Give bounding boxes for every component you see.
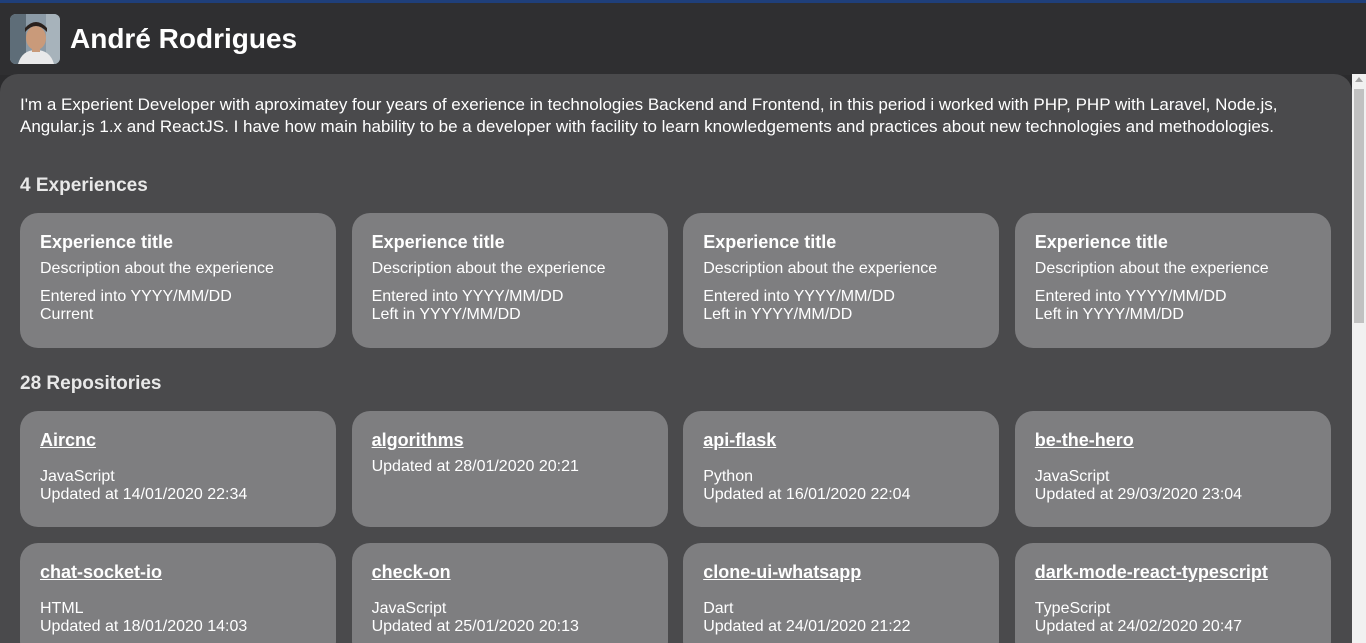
scroll-up-arrow-icon[interactable]	[1355, 77, 1363, 82]
experience-card: Experience title Description about the e…	[20, 213, 336, 348]
repository-link[interactable]: chat-socket-io	[40, 561, 162, 583]
repository-updated: Updated at 28/01/2020 20:21	[371, 458, 579, 475]
repository-language: JavaScript	[40, 468, 115, 485]
experience-title: Experience title	[371, 232, 505, 252]
repository-language: TypeScript	[1034, 600, 1111, 617]
repository-language: HTML	[40, 600, 84, 617]
repositories-heading: 28 Repositories	[20, 373, 162, 394]
repository-updated: Updated at 16/01/2020 22:04	[703, 486, 911, 503]
repository-link[interactable]: Aircnc	[40, 429, 96, 451]
repository-updated: Updated at 14/01/2020 22:34	[40, 486, 248, 503]
repository-card: api-flask Python Updated at 16/01/2020 2…	[683, 411, 1000, 527]
experience-left-date: Left in YYYY/MM/DD	[703, 306, 853, 323]
experience-description: Description about the experience	[703, 260, 938, 277]
experience-entered-date: Entered into YYYY/MM/DD	[40, 288, 232, 305]
repository-link[interactable]: check-on	[372, 561, 451, 583]
repository-card: check-on JavaScript Updated at 25/01/202…	[351, 543, 668, 643]
profile-name: André Rodrigues	[70, 23, 298, 54]
experience-entered-date: Entered into YYYY/MM/DD	[703, 288, 895, 305]
experience-entered-date: Entered into YYYY/MM/DD	[1034, 288, 1227, 305]
repositories-grid: Aircnc JavaScript Updated at 14/01/2020 …	[20, 411, 1331, 643]
repository-card: be-the-hero JavaScript Updated at 29/03/…	[1014, 411, 1331, 527]
repository-updated: Updated at 25/01/2020 20:13	[371, 618, 579, 635]
repository-updated: Updated at 18/01/2020 14:03	[40, 618, 248, 635]
experience-card: Experience title Description about the e…	[683, 213, 1000, 348]
experience-description: Description about the experience	[371, 260, 606, 277]
experience-description: Description about the experience	[1034, 260, 1269, 277]
experiences-heading: 4 Experiences	[20, 175, 148, 196]
repository-card: dark-mode-react-typescript TypeScript Up…	[1014, 543, 1331, 643]
user-photo-icon	[10, 14, 60, 64]
experience-title: Experience title	[1034, 232, 1168, 252]
experiences-grid: Experience title Description about the e…	[20, 213, 1331, 348]
experience-description: Description about the experience	[40, 260, 274, 277]
repository-language: JavaScript	[371, 600, 447, 617]
experience-entered-date: Entered into YYYY/MM/DD	[371, 288, 564, 305]
repository-updated: Updated at 29/03/2020 23:04	[1034, 486, 1243, 503]
repository-card: clone-ui-whatsapp Dart Updated at 24/01/…	[683, 543, 1000, 643]
repository-card: algorithms Updated at 28/01/2020 20:21	[351, 411, 668, 527]
repository-language: Dart	[703, 600, 734, 617]
experience-left-date: Left in YYYY/MM/DD	[1034, 306, 1184, 323]
scrollbar-thumb[interactable]	[1354, 89, 1364, 323]
profile-bio: I'm a Experient Developer with aproximat…	[20, 95, 1278, 136]
experience-title: Experience title	[703, 232, 837, 252]
experience-card: Experience title Description about the e…	[351, 213, 668, 348]
repository-link[interactable]: be-the-hero	[1035, 429, 1134, 451]
repository-link[interactable]: dark-mode-react-typescript	[1035, 561, 1268, 583]
experience-left-date: Current	[40, 306, 94, 323]
repository-link[interactable]: clone-ui-whatsapp	[703, 561, 861, 583]
repository-language: JavaScript	[1034, 468, 1110, 485]
repository-link[interactable]: api-flask	[703, 429, 776, 451]
repository-card: chat-socket-io HTML Updated at 18/01/202…	[20, 543, 336, 643]
profile-header: André Rodrigues	[0, 3, 1366, 75]
vertical-scrollbar[interactable]	[1352, 74, 1366, 643]
repository-updated: Updated at 24/02/2020 20:47	[1034, 618, 1243, 635]
experience-left-date: Left in YYYY/MM/DD	[371, 306, 521, 323]
repository-language: Python	[703, 468, 753, 485]
experience-card: Experience title Description about the e…	[1014, 213, 1331, 348]
profile-content: I'm a Experient Developer with aproximat…	[0, 74, 1352, 643]
experience-title: Experience title	[40, 232, 174, 252]
repository-link[interactable]: algorithms	[372, 429, 464, 451]
repository-card: Aircnc JavaScript Updated at 14/01/2020 …	[20, 411, 336, 527]
repository-updated: Updated at 24/01/2020 21:22	[703, 618, 911, 635]
